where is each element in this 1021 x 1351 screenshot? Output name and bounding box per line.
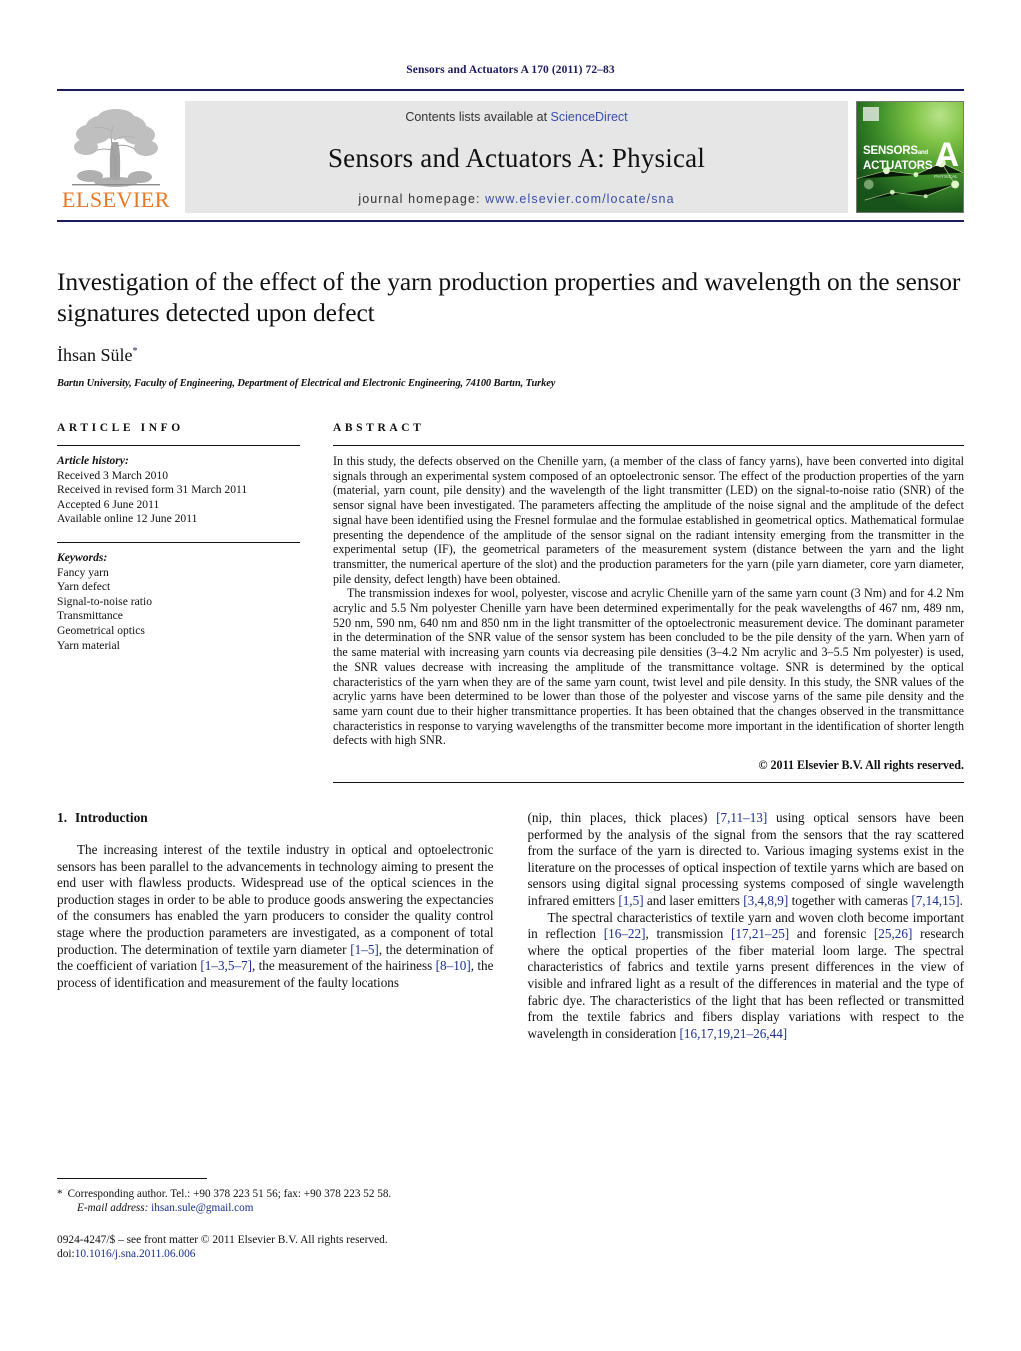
contents-available-line: Contents lists available at ScienceDirec… — [405, 110, 627, 124]
paper-page: Sensors and Actuators A 170 (2011) 72–83 — [0, 0, 1021, 1351]
keyword-item: Yarn defect — [57, 580, 111, 594]
abstract-heading: ABSTRACT — [333, 422, 425, 434]
doi-link[interactable]: 10.1016/j.sna.2011.06.006 — [75, 1248, 196, 1260]
abstract-paragraph: The transmission indexes for wool, polye… — [333, 586, 964, 748]
footnote-area: * Corresponding author. Tel.: +90 378 223… — [57, 1178, 497, 1262]
intro-cont-3: and laser emitters — [643, 893, 744, 909]
email-link[interactable]: ihsan.sule@gmail.com — [151, 1202, 253, 1214]
body-columns: 1. Introduction The increasing interest o… — [57, 810, 964, 1042]
keyword-item: Yarn material — [57, 638, 120, 652]
article-history-label: Article history: — [57, 454, 129, 467]
imprint-block: 0924-4247/$ – see front matter © 2011 El… — [57, 1233, 497, 1262]
body-column-right: (nip, thin places, thick places) [7,11–1… — [528, 810, 965, 1042]
journal-title: Sensors and Actuators A: Physical — [327, 142, 706, 173]
section-title-introduction: 1. Introduction — [57, 810, 494, 826]
homepage-url-link[interactable]: www.elsevier.com/locate/sna — [485, 192, 675, 206]
abstract-rule — [333, 445, 964, 446]
history-item: Accepted 6 June 2011 — [57, 497, 160, 511]
corresponding-author-note: * Corresponding author. Tel.: +90 378 223… — [57, 1187, 497, 1201]
author-list: İhsan Süle* — [57, 345, 964, 366]
cover-line1-suffix: and — [917, 150, 928, 156]
intro-cont-1: (nip, thin places, thick places) — [527, 810, 717, 826]
keywords-block: Keywords: Fancy yarn Yarn defect Signal-… — [57, 551, 300, 653]
intro-p2-part2: , transmission — [645, 926, 731, 942]
doi-line: doi:10.1016/j.sna.2011.06.006 — [57, 1247, 497, 1261]
citation-ref[interactable]: [17,21–25] — [731, 926, 789, 941]
body-column-left: 1. Introduction The increasing interest o… — [57, 810, 494, 1042]
page-title: Investigation of the effect of the yarn … — [57, 267, 961, 327]
history-item: Received in revised form 31 March 2011 — [57, 483, 248, 497]
keywords-rule — [57, 541, 300, 543]
running-head: Sensors and Actuators A 170 (2011) 72–83 — [406, 64, 615, 76]
cover-title-text: SENSORSand ACTUATORS — [863, 145, 933, 172]
footnote-rule — [57, 1178, 207, 1179]
email-label: E-mail address: — [77, 1202, 149, 1214]
intro-paragraph-2: The spectral characteristics of textile … — [528, 910, 965, 1043]
intro-text-part1: The increasing interest of the textile i… — [57, 842, 494, 957]
citation-ref[interactable]: [25,26] — [874, 926, 912, 941]
section-number: 1. — [57, 810, 68, 826]
title-block: Investigation of the effect of the yarn … — [57, 266, 964, 389]
doi-label: doi: — [57, 1248, 75, 1261]
article-info-column: ARTICLE INFO Article history: Received 3… — [57, 422, 300, 783]
citation-ref[interactable]: [1–3,5–7] — [200, 958, 252, 973]
abstract-paragraph: In this study, the defects observed on t… — [333, 454, 964, 586]
history-item: Received 3 March 2010 — [57, 468, 169, 482]
sciencedirect-link[interactable]: ScienceDirect — [551, 110, 628, 124]
intro-text-mid2: , the measurement of the hairiness — [252, 958, 436, 974]
intro-paragraph-1: The increasing interest of the textile i… — [57, 842, 494, 991]
intro-p2-part3: and forensic — [789, 926, 874, 942]
journal-homepage-line: journal homepage: www.elsevier.com/locat… — [358, 192, 674, 206]
keywords-label: Keywords: — [57, 550, 108, 564]
section-label: Introduction — [75, 810, 148, 826]
history-item: Available online 12 June 2011 — [57, 512, 198, 526]
email-note: E-mail address: ihsan.sule@gmail.com — [57, 1201, 497, 1215]
citation-ref[interactable]: [7,11–13] — [716, 810, 767, 825]
citation-ref[interactable]: [7,14,15] — [911, 893, 959, 908]
keyword-item: Fancy yarn — [57, 565, 109, 579]
cover-line1: SENSORS — [863, 145, 918, 157]
author-name: İhsan Süle — [57, 345, 133, 365]
citation-ref[interactable]: [8–10] — [436, 958, 471, 973]
contents-prefix: Contents lists available at — [405, 110, 551, 124]
cover-line2: ACTUATORS — [863, 159, 933, 172]
intro-cont-4: together with cameras — [788, 893, 912, 909]
citation-ref[interactable]: [3,4,8,9] — [743, 893, 788, 908]
journal-cover-thumbnail: SENSORSand ACTUATORS A PHYSICAL — [856, 101, 964, 213]
citation-ref[interactable]: [1,5] — [618, 893, 643, 908]
corresponding-author-text: Corresponding author. Tel.: +90 378 223 … — [67, 1188, 392, 1200]
article-info-rule — [57, 445, 300, 446]
cover-elsevier-mark-icon — [863, 107, 879, 121]
elsevier-tree-icon — [72, 109, 160, 187]
intro-paragraph-1-continued: (nip, thin places, thick places) [7,11–1… — [528, 810, 965, 910]
homepage-prefix: journal homepage: — [358, 192, 486, 206]
article-history-block: Article history: Received 3 March 2010 R… — [57, 454, 300, 527]
citation-ref[interactable]: [16–22] — [604, 926, 646, 941]
issn-front-matter-line: 0924-4247/$ – see front matter © 2011 El… — [57, 1234, 388, 1246]
keyword-item: Geometrical optics — [57, 623, 145, 637]
abstract-bottom-rule — [333, 782, 964, 784]
citation-ref[interactable]: [16,17,19,21–26,44] — [679, 1026, 787, 1041]
keyword-item: Signal-to-noise ratio — [57, 594, 152, 608]
elsevier-wordmark: ELSEVIER — [62, 187, 170, 212]
author-affiliation: Bartın University, Faculty of Engineerin… — [57, 378, 556, 389]
elsevier-logo: ELSEVIER — [57, 101, 175, 213]
journal-banner: Contents lists available at ScienceDirec… — [185, 101, 848, 213]
masthead-top-rule — [57, 89, 964, 91]
info-abstract-row: ARTICLE INFO Article history: Received 3… — [57, 422, 964, 784]
abstract-copyright: © 2011 Elsevier B.V. All rights reserved… — [758, 758, 964, 773]
cover-series-letter: A — [934, 136, 959, 174]
abstract-body: In this study, the defects observed on t… — [333, 454, 964, 748]
author-footnote-marker[interactable]: * — [133, 346, 138, 357]
article-info-heading: ARTICLE INFO — [57, 422, 184, 434]
cover-series-sublabel: PHYSICAL — [934, 174, 958, 179]
citation-ref[interactable]: [1–5] — [350, 942, 379, 957]
journal-masthead: ELSEVIER Contents lists available at Sci… — [57, 101, 964, 213]
intro-cont-5: . — [959, 893, 963, 909]
footnote-star-marker: * — [57, 1188, 63, 1200]
abstract-column: ABSTRACT In this study, the defects obse… — [333, 422, 964, 784]
masthead-bottom-rule — [57, 220, 964, 222]
keyword-item: Transmittance — [57, 609, 123, 623]
intro-p2-part4: research where the optical properties of… — [527, 926, 965, 1041]
